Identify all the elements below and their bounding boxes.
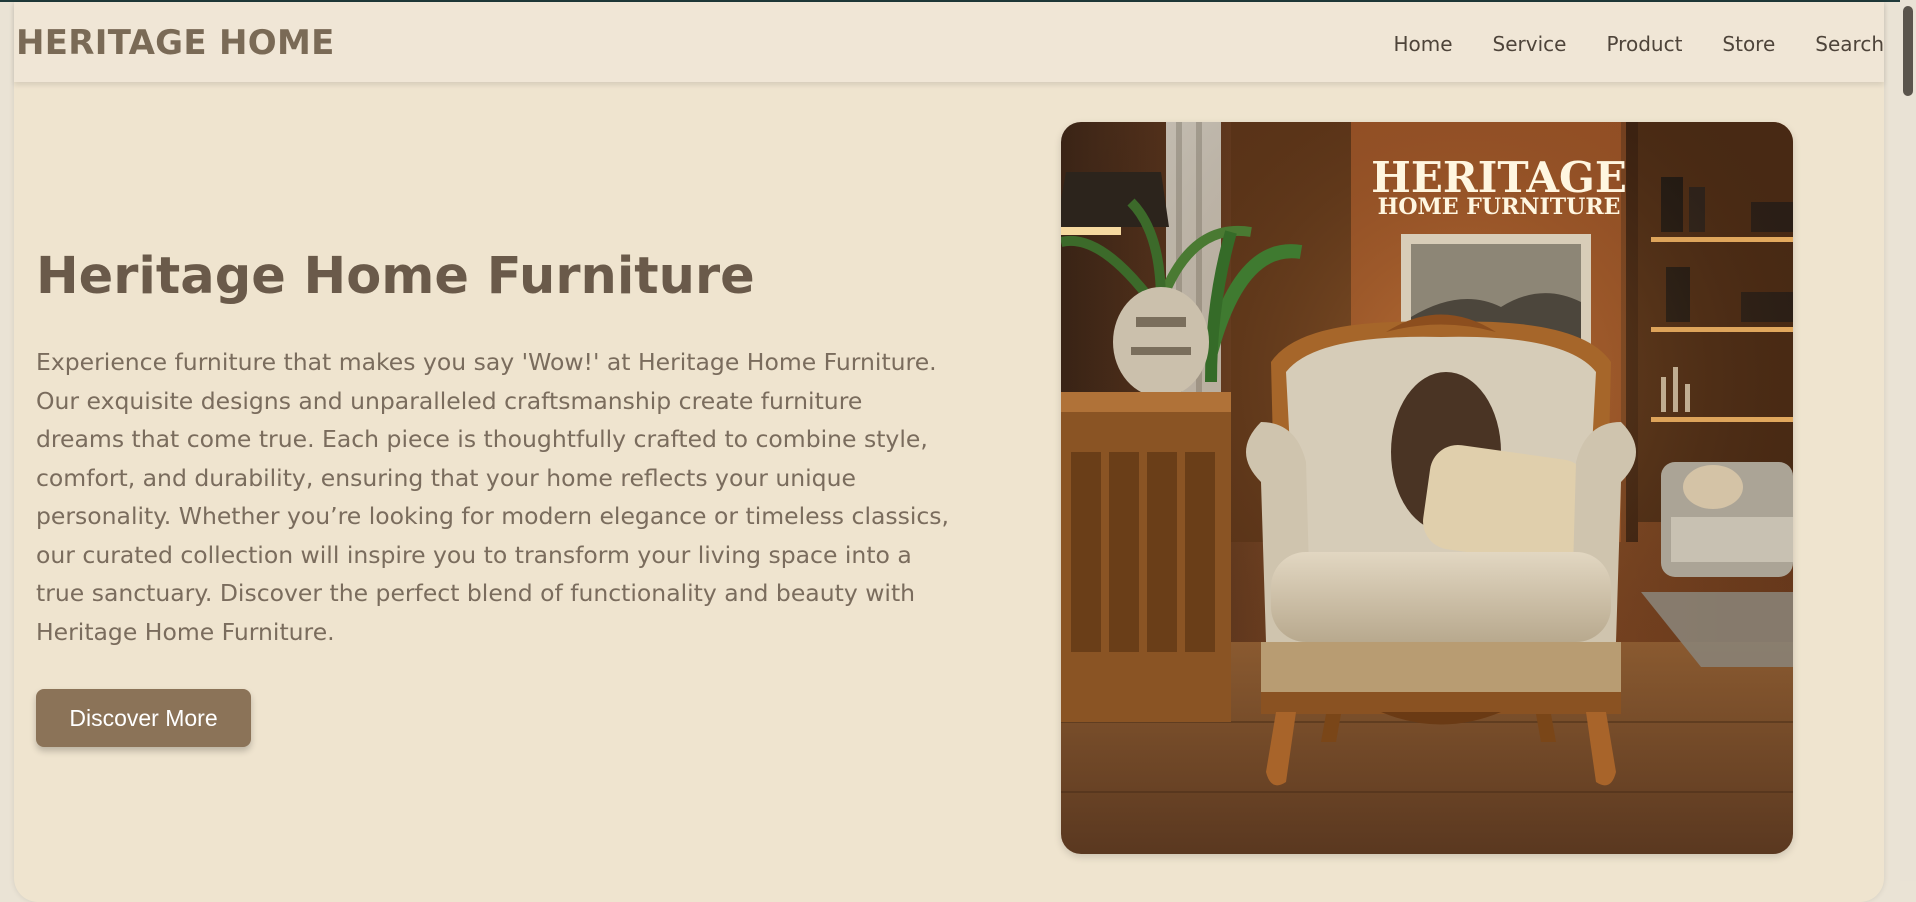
discover-more-button[interactable]: Discover More <box>36 689 251 747</box>
sign-home-furniture-text: HOME FURNITURE <box>1378 194 1621 220</box>
nav-product-link[interactable]: Product <box>1606 32 1682 56</box>
vertical-scrollbar[interactable] <box>1900 0 1916 881</box>
nav-store-link[interactable]: Store <box>1722 32 1775 56</box>
nav-search-link[interactable]: Search <box>1815 32 1884 56</box>
armchair-showroom-illustration: HERITAGE HOME FURNITURE <box>1061 122 1793 854</box>
scrollbar-thumb[interactable] <box>1903 6 1913 96</box>
nav-service-link[interactable]: Service <box>1493 32 1567 56</box>
site-logo[interactable]: HERITAGE HOME <box>16 23 335 63</box>
hero-furniture-image: HERITAGE HOME FURNITURE <box>1061 122 1793 854</box>
hero-description: Experience furniture that makes you say … <box>36 348 950 646</box>
page-container: HERITAGE HOME Home Service Product Store… <box>14 2 1884 902</box>
nav-home-link[interactable]: Home <box>1393 32 1452 56</box>
hero-title: Heritage Home Furniture <box>36 247 755 306</box>
main-nav: Home Service Product Store Search <box>1353 32 1884 56</box>
navbar: HERITAGE HOME Home Service Product Store… <box>14 2 1884 82</box>
